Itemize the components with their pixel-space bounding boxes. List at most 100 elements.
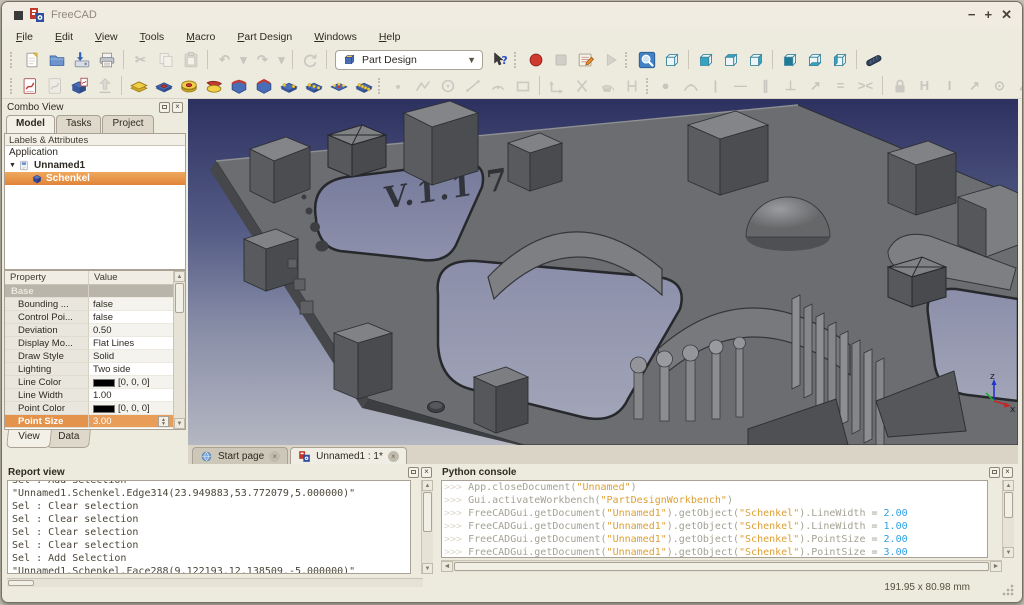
measure-distance-button[interactable] bbox=[861, 48, 886, 72]
property-row-draw-style[interactable]: Draw StyleSolid bbox=[5, 350, 173, 363]
python-scrollbar[interactable]: ▲▼ bbox=[1002, 480, 1014, 558]
tab-data[interactable]: Data bbox=[46, 430, 91, 448]
macro-record-button[interactable] bbox=[523, 48, 548, 72]
redo-dropdown-button[interactable]: ▾ bbox=[275, 48, 288, 72]
copy-button[interactable] bbox=[153, 48, 178, 72]
report-float-button[interactable] bbox=[408, 467, 419, 478]
tree-document-unnamed1[interactable]: ▼Unnamed1 bbox=[5, 159, 185, 172]
window-menu-icon[interactable] bbox=[14, 11, 23, 20]
property-scrollbar[interactable]: ▲ ▼ bbox=[173, 271, 185, 429]
toolbar-drag-handle[interactable] bbox=[625, 52, 629, 68]
pocket-button[interactable] bbox=[151, 74, 176, 98]
tab-close-button[interactable]: × bbox=[269, 451, 280, 462]
menu-help[interactable]: Help bbox=[379, 31, 401, 43]
sketch-new-button[interactable] bbox=[17, 74, 42, 98]
whats-this-button[interactable]: ? bbox=[487, 48, 512, 72]
mirrored-button[interactable] bbox=[276, 74, 301, 98]
value-spinner[interactable]: ▲▼ bbox=[158, 416, 169, 427]
property-row-point-color[interactable]: Point Color[0, 0, 0] bbox=[5, 402, 173, 415]
report-view-log[interactable]: Sel : Add Selection"Unnamed1.Schenkel.Ed… bbox=[7, 480, 411, 574]
menu-tools[interactable]: Tools bbox=[140, 31, 165, 43]
scroll-down-arrow[interactable]: ▼ bbox=[174, 418, 185, 429]
new-document-button[interactable] bbox=[19, 48, 44, 72]
view-right-button[interactable] bbox=[743, 48, 768, 72]
tab-close-button[interactable]: × bbox=[388, 451, 399, 462]
toolbar-drag-handle[interactable] bbox=[10, 52, 14, 68]
menu-file[interactable]: File bbox=[16, 31, 33, 43]
toolbar-drag-handle[interactable] bbox=[10, 78, 12, 94]
tab-view[interactable]: View bbox=[6, 430, 51, 448]
doctab-unnamed1-1-[interactable]: Unnamed1 : 1*× bbox=[290, 447, 407, 464]
sketch-edit-button[interactable] bbox=[42, 74, 67, 98]
groove-button[interactable] bbox=[201, 74, 226, 98]
tab-model[interactable]: Model bbox=[6, 115, 55, 133]
python-float-button[interactable] bbox=[989, 467, 1000, 478]
sketcher-coordinates-button[interactable] bbox=[544, 74, 569, 98]
menu-macro[interactable]: Macro bbox=[186, 31, 215, 43]
save-document-button[interactable] bbox=[69, 48, 94, 72]
cut-button[interactable]: ✂ bbox=[128, 48, 153, 72]
sketcher-circle-button[interactable] bbox=[435, 74, 460, 98]
property-row-line-color[interactable]: Line Color[0, 0, 0] bbox=[5, 376, 173, 389]
maximize-button[interactable]: + bbox=[985, 8, 993, 22]
property-row-display-mo-[interactable]: Display Mo...Flat Lines bbox=[5, 337, 173, 350]
menu-part-design[interactable]: Part Design bbox=[237, 31, 292, 43]
view-axonometric-button[interactable] bbox=[659, 48, 684, 72]
python-console-log[interactable]: >>>App.closeDocument("Unnamed")>>>Gui.ac… bbox=[441, 480, 988, 558]
print-button[interactable] bbox=[94, 48, 119, 72]
python-close-button[interactable]: × bbox=[1002, 467, 1013, 478]
property-row-deviation[interactable]: Deviation0.50 bbox=[5, 324, 173, 337]
redo-button[interactable]: ↷ bbox=[250, 48, 275, 72]
combo-view-close-button[interactable]: × bbox=[172, 102, 183, 113]
tree-root-application[interactable]: Application bbox=[5, 146, 185, 159]
workbench-selector[interactable]: Part Design▼ bbox=[335, 50, 483, 70]
paste-button[interactable] bbox=[178, 48, 203, 72]
constraint-coincident-button[interactable]: ● bbox=[653, 74, 678, 98]
property-row-control-poi-[interactable]: Control Poi...false bbox=[5, 311, 173, 324]
property-row-lighting[interactable]: LightingTwo side bbox=[5, 363, 173, 376]
sketcher-trim-button[interactable] bbox=[569, 74, 594, 98]
combo-view-float-button[interactable] bbox=[159, 102, 170, 113]
sketch-map-button[interactable] bbox=[67, 74, 92, 98]
property-row-bounding-[interactable]: Bounding ...false bbox=[5, 298, 173, 311]
view-bottom-button[interactable] bbox=[802, 48, 827, 72]
revolution-button[interactable] bbox=[176, 74, 201, 98]
pad-button[interactable] bbox=[126, 74, 151, 98]
scroll-up-arrow[interactable]: ▲ bbox=[174, 271, 185, 282]
toolbar-drag-handle[interactable] bbox=[378, 78, 380, 94]
toolbar-drag-handle[interactable] bbox=[514, 52, 518, 68]
python-hscrollbar[interactable]: ◄► bbox=[441, 560, 1002, 572]
property-group-base[interactable]: Base bbox=[5, 285, 173, 298]
constraint-symmetric-button[interactable]: >< bbox=[853, 74, 878, 98]
constraint-distance-button[interactable]: ↗ bbox=[962, 74, 987, 98]
sketcher-external-button[interactable] bbox=[619, 74, 644, 98]
close-button[interactable]: ✕ bbox=[1001, 8, 1012, 22]
constraint-radius-button[interactable]: ⊙ bbox=[987, 74, 1012, 98]
constraint-horizontal-distance-button[interactable]: H bbox=[912, 74, 937, 98]
report-close-button[interactable]: × bbox=[421, 467, 432, 478]
property-row-line-width[interactable]: Line Width1.00 bbox=[5, 389, 173, 402]
multi-transform-button[interactable] bbox=[351, 74, 376, 98]
toolbar-drag-handle[interactable] bbox=[646, 78, 648, 94]
undo-dropdown-button[interactable]: ▾ bbox=[237, 48, 250, 72]
constraint-horizontal-button[interactable]: — bbox=[728, 74, 753, 98]
sketch-leave-button[interactable] bbox=[92, 74, 117, 98]
property-row-point-size[interactable]: Point Size3.00▲▼ bbox=[5, 415, 173, 428]
sketcher-rectangle-button[interactable] bbox=[510, 74, 535, 98]
view-rear-button[interactable] bbox=[777, 48, 802, 72]
constraint-vertical-distance-button[interactable]: I bbox=[937, 74, 962, 98]
view-front-button[interactable] bbox=[693, 48, 718, 72]
constraint-lock-button[interactable] bbox=[887, 74, 912, 98]
view-fit-all-button[interactable] bbox=[634, 48, 659, 72]
constraint-parallel-button[interactable]: ∥ bbox=[753, 74, 778, 98]
sketcher-point-button[interactable] bbox=[385, 74, 410, 98]
constraint-vertical-button[interactable]: | bbox=[703, 74, 728, 98]
sketcher-construction-button[interactable] bbox=[594, 74, 619, 98]
minimize-button[interactable]: − bbox=[968, 8, 976, 22]
doctab-start-page[interactable]: Start page× bbox=[192, 447, 288, 464]
sketcher-arc-button[interactable] bbox=[485, 74, 510, 98]
menu-windows[interactable]: Windows bbox=[314, 31, 357, 43]
constraint-point-on-object-button[interactable]: ↗ bbox=[803, 74, 828, 98]
macro-stop-button[interactable] bbox=[548, 48, 573, 72]
tree-expander-icon[interactable]: ▼ bbox=[9, 162, 19, 169]
